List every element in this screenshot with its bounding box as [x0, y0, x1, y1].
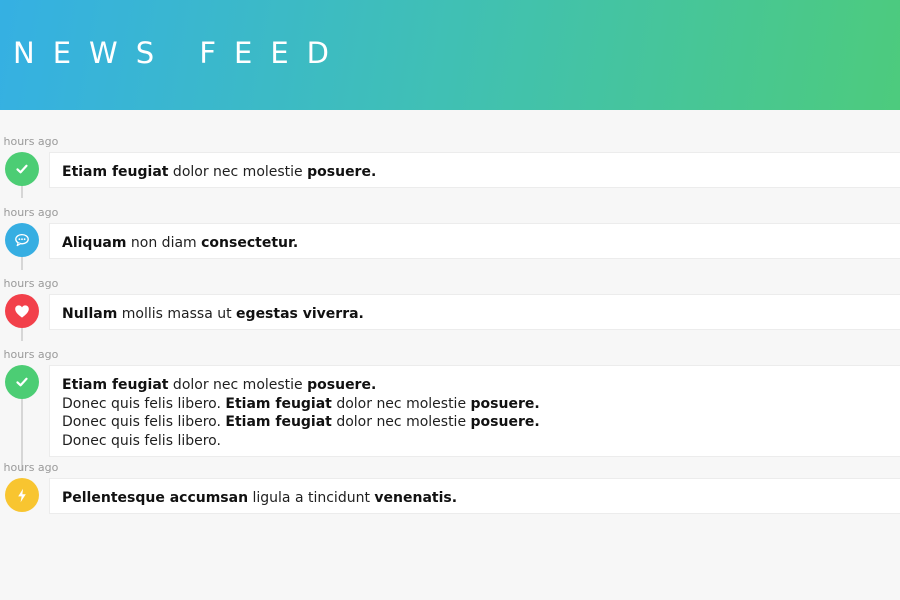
bold-text: Pellentesque accumsan [62, 490, 249, 506]
bold-text: Etiam feugiat [225, 414, 332, 430]
check-badge [5, 152, 39, 186]
bold-text: consectetur. [201, 235, 299, 251]
bold-text: Etiam feugiat [225, 395, 332, 412]
page-title: NEWS FEED [13, 36, 347, 70]
bold-text: posuere. [307, 164, 377, 180]
bold-text: Etiam feugiat [62, 377, 169, 393]
feed-card[interactable]: Pellentesque accumsan ligula a tincidunt… [49, 478, 900, 514]
body-text: ligula a tincidunt [248, 490, 375, 506]
feed-text-line: Donec quis felis libero. Etiam feugiat d… [62, 395, 888, 414]
body-text: Donec quis felis libero. [62, 414, 226, 430]
bold-text: posuere. [307, 377, 377, 393]
check-badge [5, 365, 39, 399]
timestamp: 7 hours ago [0, 461, 59, 474]
feed-text-line: Aliquam non diam consectetur. [62, 234, 888, 253]
feed-card[interactable]: Etiam feugiat dolor nec molestie posuere… [49, 365, 900, 457]
body-text: Donec quis felis libero. [62, 395, 226, 412]
bold-text: Nullam [62, 306, 118, 322]
body-text: dolor nec molestie [168, 164, 308, 180]
body-text: Donec quis felis libero. [62, 432, 221, 449]
bolt-badge [5, 478, 39, 512]
chat-icon [14, 233, 30, 247]
body-text: dolor nec molestie [331, 395, 471, 412]
timestamp: 5 hours ago [0, 277, 59, 290]
timestamp: 3 hours ago [0, 206, 59, 219]
feed-text-line: Nullam mollis massa ut egestas viverra. [62, 305, 888, 324]
body-text: non diam [126, 235, 202, 251]
feed-card[interactable]: Aliquam non diam consectetur. [49, 223, 900, 259]
chat-badge [5, 223, 39, 257]
bold-text: egestas viverra. [236, 306, 364, 322]
bold-text: venenatis. [374, 490, 458, 506]
bold-text: posuere. [470, 395, 540, 412]
check-icon [15, 375, 29, 389]
news-feed: 3 hours ago Etiam feugiat dolor nec moles… [0, 110, 900, 600]
bold-text: posuere. [470, 414, 540, 430]
feed-text-line: Etiam feugiat dolor nec molestie posuere… [62, 376, 888, 395]
body-text: dolor nec molestie [331, 414, 471, 430]
bolt-icon [16, 488, 28, 503]
feed-card[interactable]: Etiam feugiat dolor nec molestie posuere… [49, 152, 900, 188]
feed-text-line: Donec quis felis libero. Etiam feugiat d… [62, 413, 888, 432]
heart-icon [14, 304, 30, 319]
body-text: mollis massa ut [117, 306, 237, 322]
header-banner: NEWS FEED [0, 0, 900, 110]
heart-badge [5, 294, 39, 328]
feed-text-line: Pellentesque accumsan ligula a tincidunt… [62, 489, 888, 508]
bold-text: Aliquam [62, 235, 127, 251]
body-text: dolor nec molestie [168, 377, 308, 393]
timestamp: 5 hours ago [0, 348, 59, 361]
check-icon [15, 162, 29, 176]
bold-text: Etiam feugiat [62, 164, 169, 180]
feed-text-line: Etiam feugiat dolor nec molestie posuere… [62, 163, 888, 182]
timestamp: 3 hours ago [0, 135, 59, 148]
feed-text-line: Donec quis felis libero. [62, 432, 888, 451]
feed-card[interactable]: Nullam mollis massa ut egestas viverra. [49, 294, 900, 330]
